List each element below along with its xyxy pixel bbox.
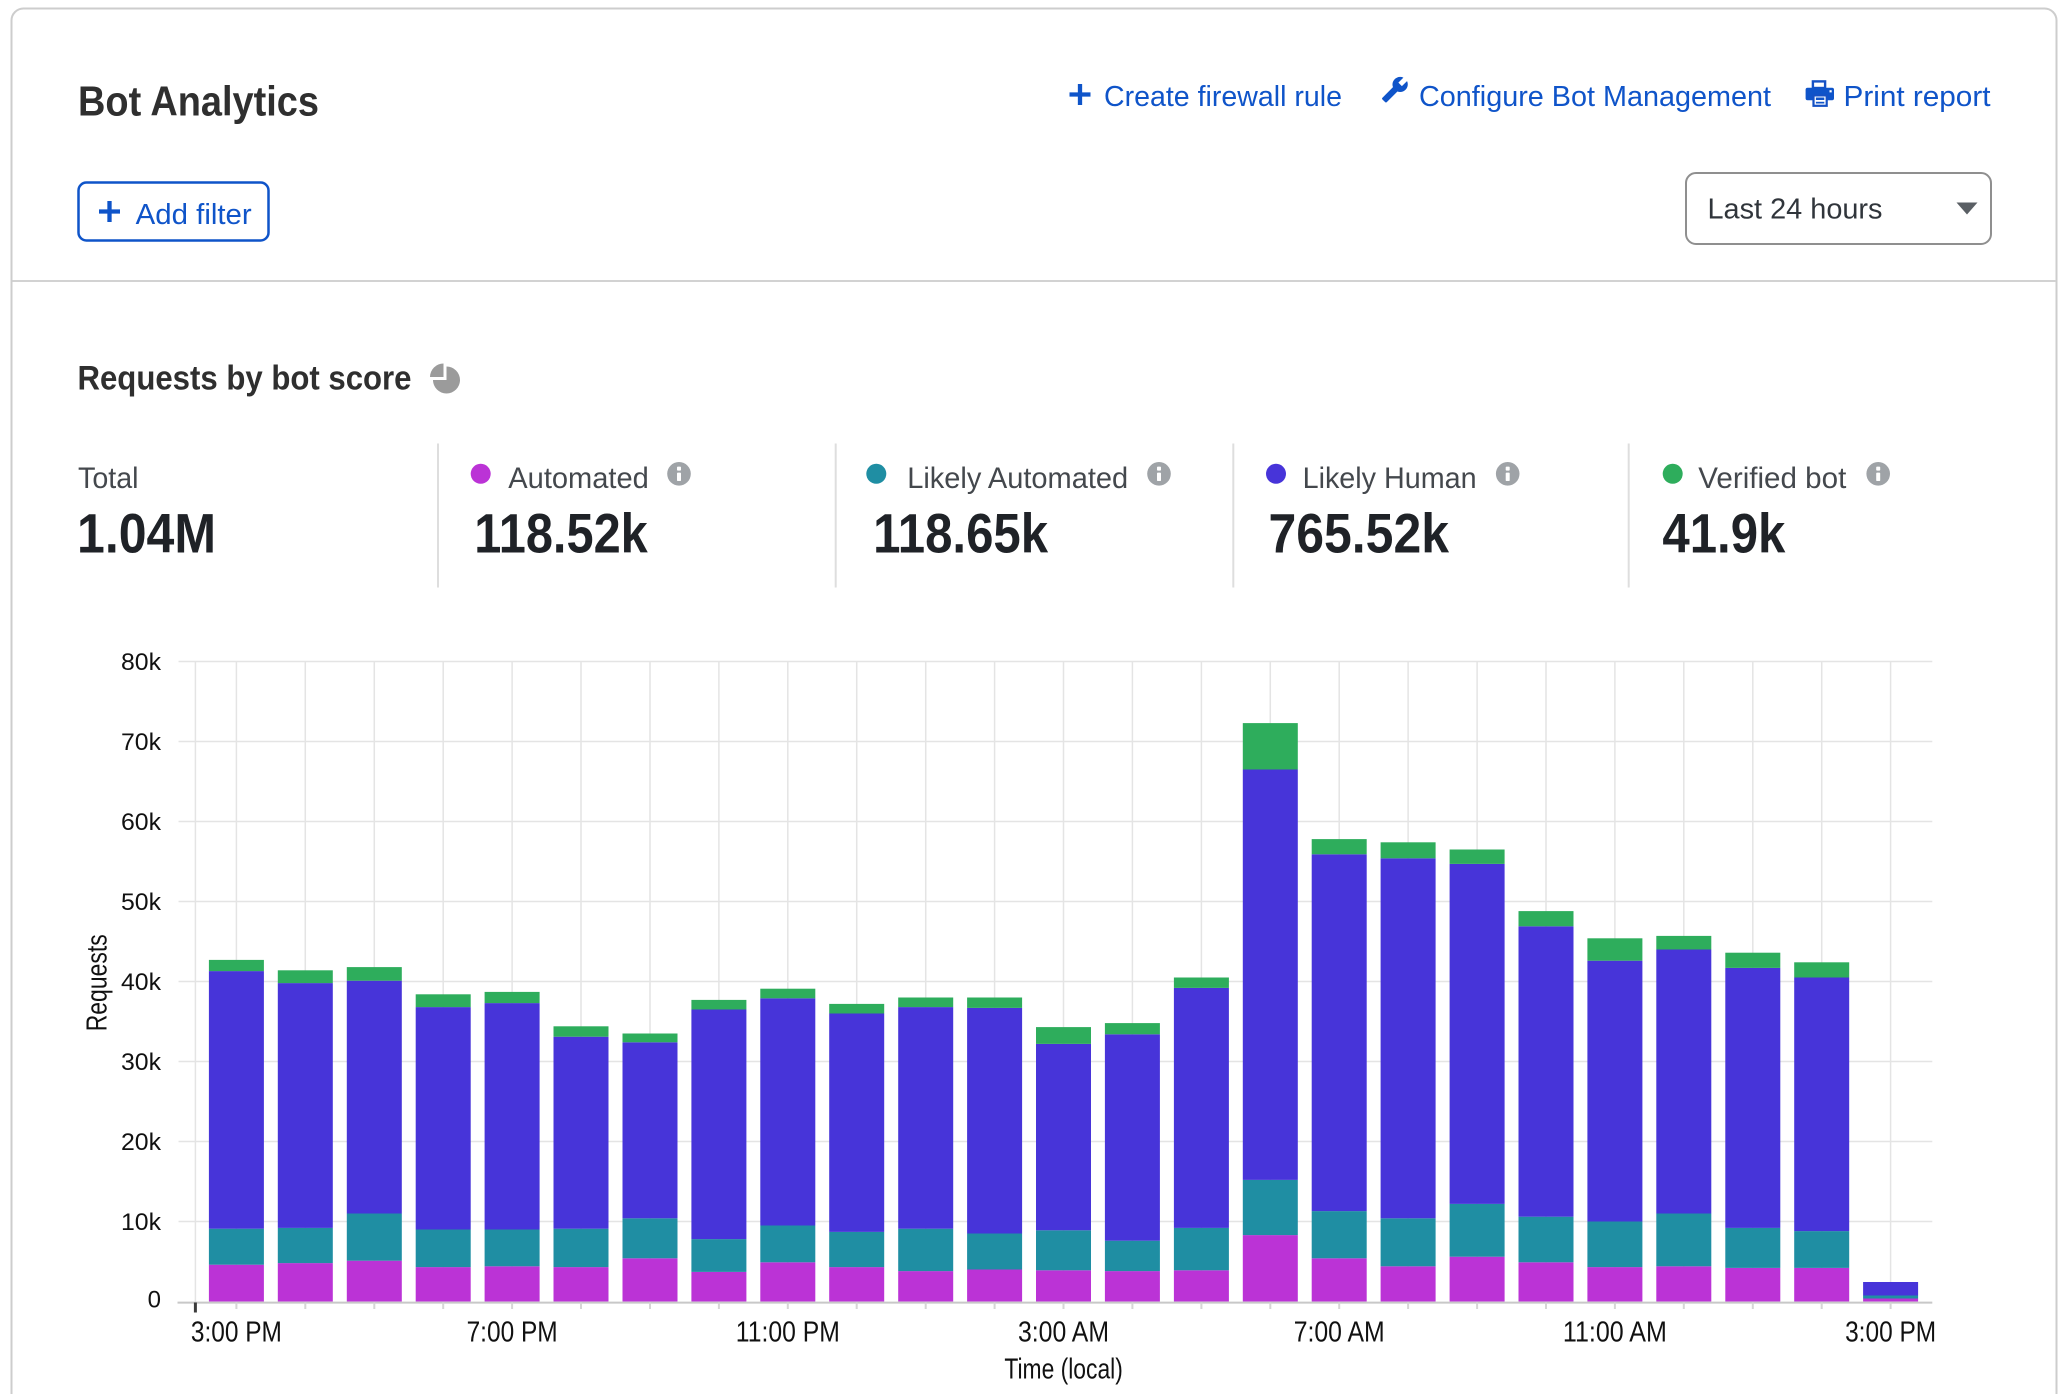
svg-text:Time (local): Time (local) — [1004, 1353, 1123, 1385]
svg-text:20k: 20k — [121, 1129, 162, 1156]
svg-text:Requests: Requests — [82, 934, 114, 1031]
svg-text:7:00 PM: 7:00 PM — [467, 1316, 558, 1348]
svg-text:10k: 10k — [121, 1209, 162, 1236]
svg-text:118.52k: 118.52k — [474, 502, 648, 565]
svg-text:Configure Bot Management: Configure Bot Management — [1419, 81, 1771, 113]
svg-text:765.52k: 765.52k — [1269, 502, 1450, 565]
svg-text:Last 24 hours: Last 24 hours — [1708, 193, 1883, 225]
svg-text:Print report: Print report — [1844, 81, 1991, 113]
svg-text:3:00 AM: 3:00 AM — [1018, 1316, 1109, 1348]
svg-text:50k: 50k — [121, 889, 162, 916]
svg-text:Add filter: Add filter — [136, 199, 252, 231]
svg-text:11:00 AM: 11:00 AM — [1563, 1316, 1667, 1348]
svg-text:7:00 AM: 7:00 AM — [1294, 1316, 1385, 1348]
svg-text:3:00 PM: 3:00 PM — [1845, 1316, 1936, 1348]
svg-text:118.65k: 118.65k — [873, 502, 1049, 565]
svg-text:3:00 PM: 3:00 PM — [191, 1316, 282, 1348]
svg-text:Likely Automated: Likely Automated — [907, 462, 1128, 495]
svg-text:60k: 60k — [121, 809, 162, 836]
svg-text:Total: Total — [78, 462, 139, 495]
svg-text:70k: 70k — [121, 729, 162, 756]
svg-text:Verified bot: Verified bot — [1698, 462, 1847, 495]
svg-text:41.9k: 41.9k — [1662, 502, 1786, 565]
svg-text:0: 0 — [148, 1286, 161, 1313]
svg-text:11:00 PM: 11:00 PM — [736, 1316, 840, 1348]
svg-text:1.04M: 1.04M — [77, 502, 216, 565]
svg-text:Bot Analytics: Bot Analytics — [78, 78, 319, 125]
svg-text:30k: 30k — [121, 1049, 162, 1076]
svg-text:Requests by bot score: Requests by bot score — [78, 360, 412, 398]
svg-text:40k: 40k — [121, 969, 162, 996]
svg-text:80k: 80k — [121, 649, 162, 676]
svg-text:Likely Human: Likely Human — [1303, 462, 1477, 495]
svg-text:Create firewall rule: Create firewall rule — [1104, 81, 1342, 113]
svg-text:Automated: Automated — [508, 462, 649, 495]
